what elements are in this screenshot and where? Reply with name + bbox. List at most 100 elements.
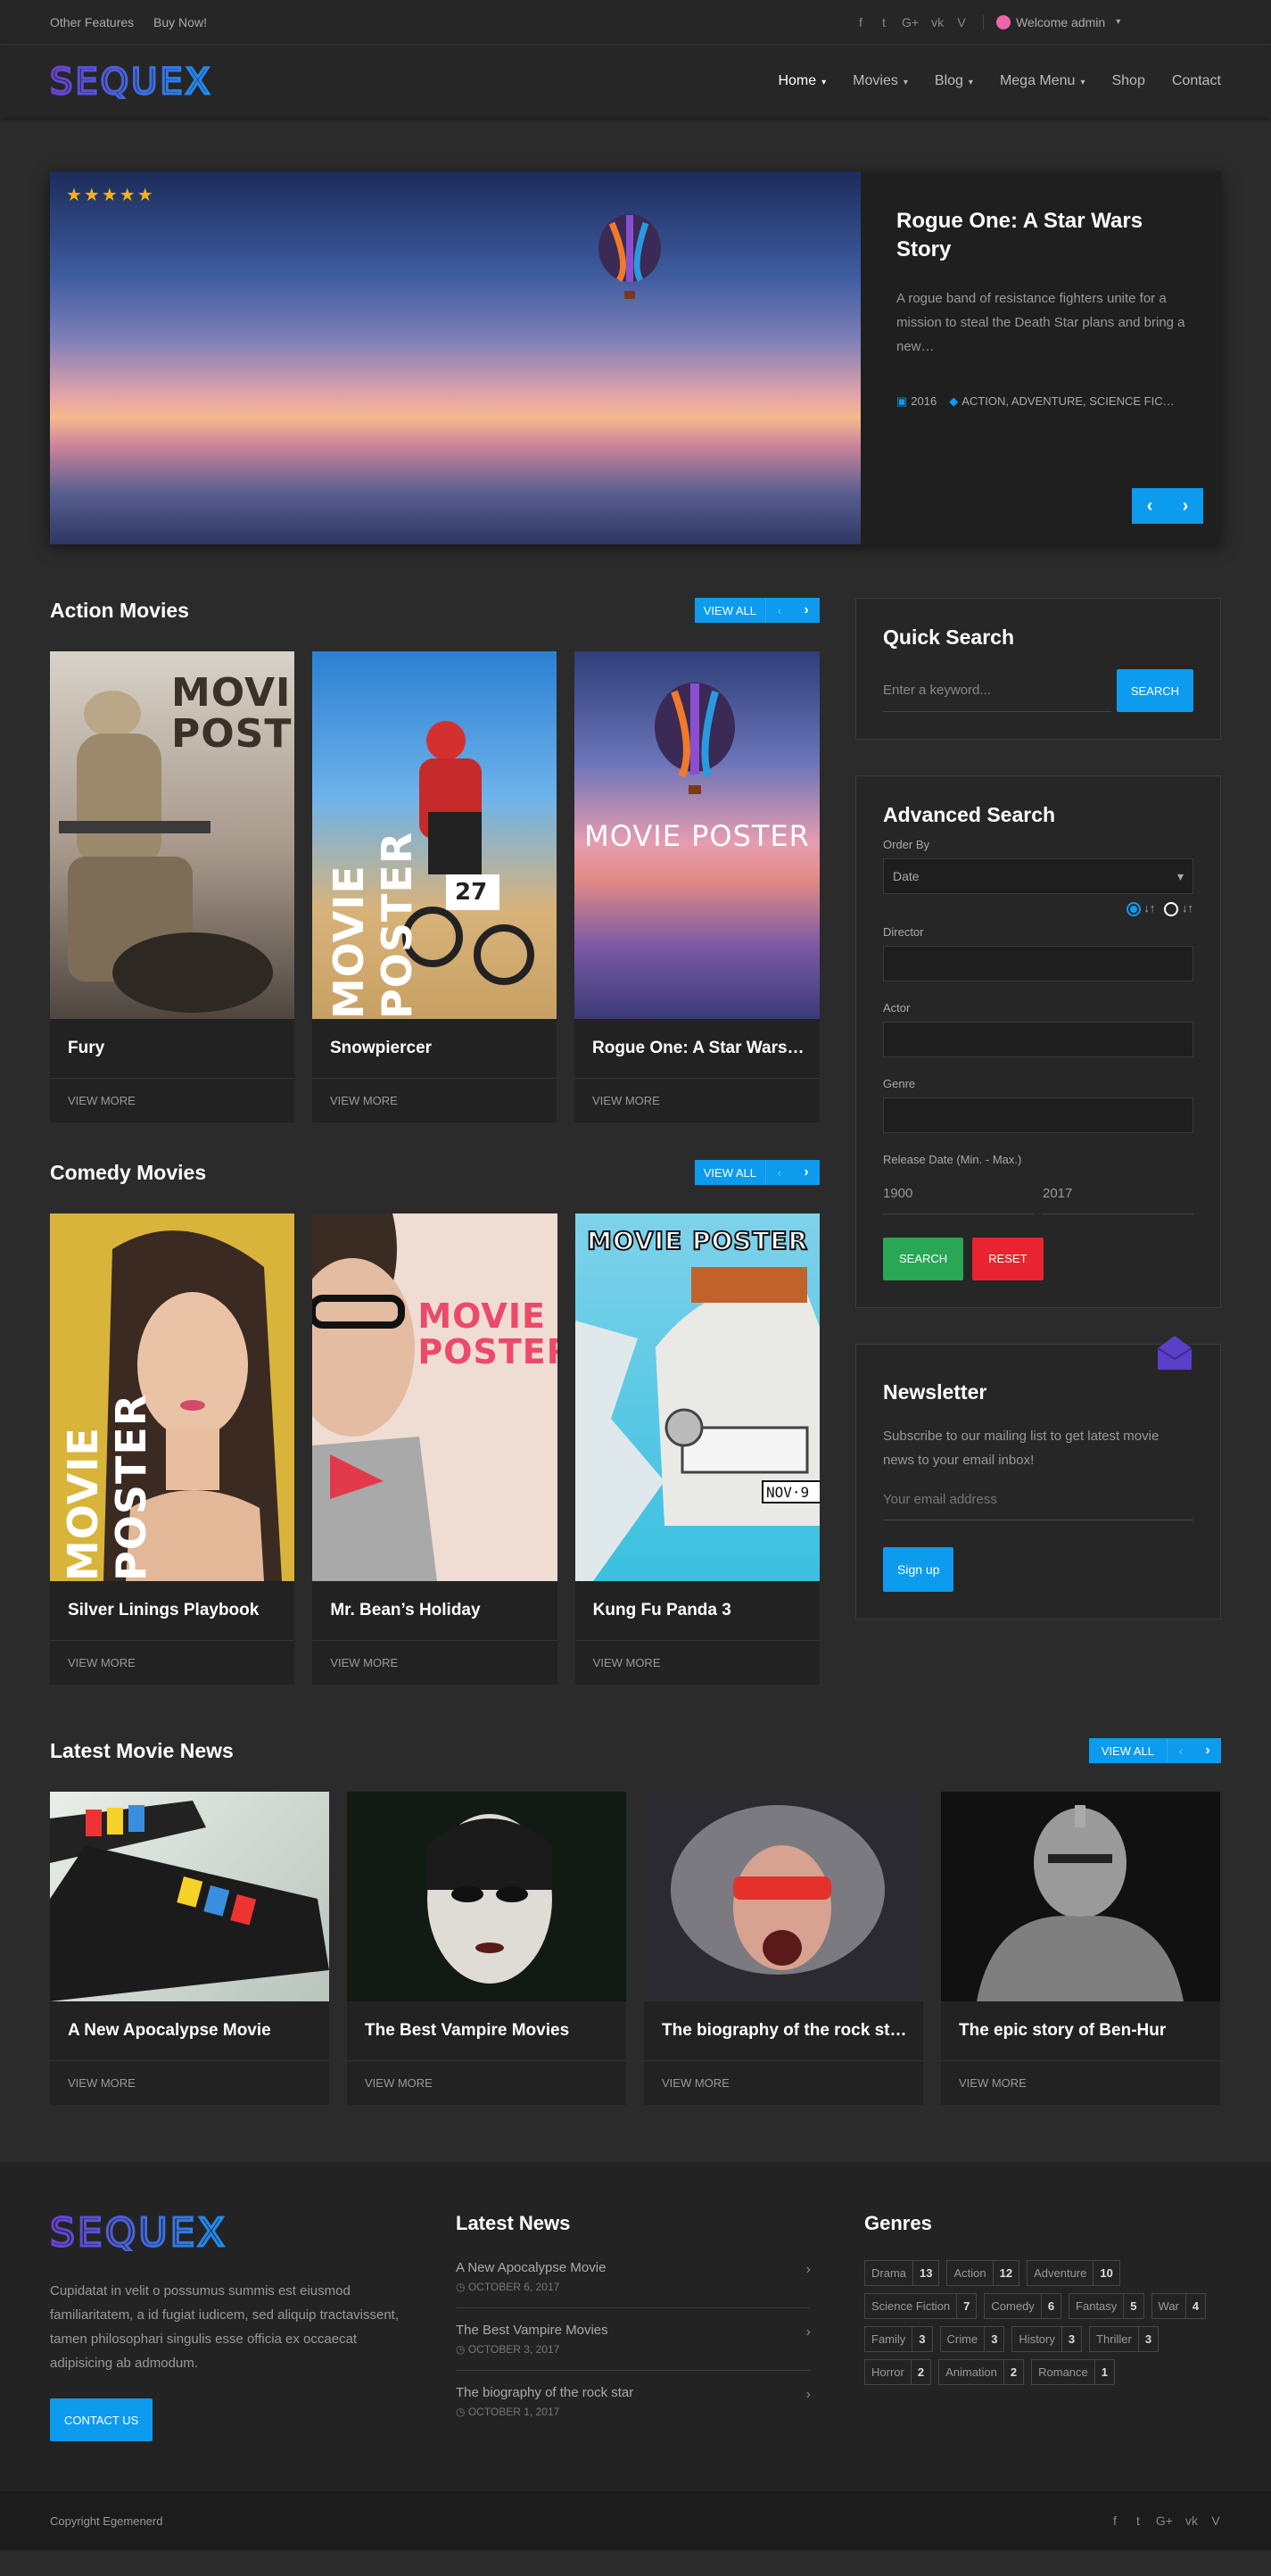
date-min-input[interactable]: 1900 bbox=[883, 1173, 1034, 1214]
vimeo-icon[interactable]: V bbox=[1210, 2514, 1221, 2528]
site-logo[interactable]: SEQUEX bbox=[50, 63, 246, 99]
nav-item-mega-menu[interactable]: Mega Menu ▾ bbox=[1000, 73, 1085, 89]
movie-title[interactable]: Rogue One: A Star Wars… bbox=[574, 1019, 820, 1078]
nav-item-contact[interactable]: Contact bbox=[1172, 73, 1221, 89]
movie-poster[interactable]: NOV·9 MOVIE POSTER bbox=[574, 1213, 820, 1581]
google-plus-icon[interactable]: G+ bbox=[902, 15, 919, 29]
news-image[interactable] bbox=[941, 1792, 1220, 2001]
genre-tag[interactable]: Science Fiction 7 bbox=[864, 2293, 978, 2319]
hero-title[interactable]: Rogue One: A Star Wars Story bbox=[896, 207, 1185, 265]
view-more-link[interactable]: VIEW MORE bbox=[312, 1640, 557, 1685]
advanced-search-button[interactable]: SEARCH bbox=[883, 1237, 964, 1280]
news-image[interactable] bbox=[50, 1792, 329, 2001]
movie-poster[interactable]: MOVIE POSTER bbox=[50, 1213, 295, 1581]
slider-next-button[interactable]: › bbox=[1168, 488, 1203, 524]
sort-asc-radio[interactable]: ↓↑ bbox=[1126, 901, 1155, 916]
vk-icon[interactable]: vk bbox=[931, 15, 944, 29]
news-title[interactable]: The epic story of Ben-Hur bbox=[941, 2001, 1220, 2060]
movie-title[interactable]: Kung Fu Panda 3 bbox=[575, 1581, 820, 1640]
footer-news-item[interactable]: The biography of the rock star ◷ OCTOBER… bbox=[456, 2385, 811, 2432]
hero-image[interactable]: ★★★★★ bbox=[50, 171, 861, 544]
movie-title[interactable]: Mr. Bean’s Holiday bbox=[312, 1581, 557, 1640]
view-more-link[interactable]: VIEW MORE bbox=[312, 1078, 557, 1122]
footer-news-item[interactable]: A New Apocalypse Movie ◷ OCTOBER 6, 2017… bbox=[456, 2260, 811, 2308]
chevron-left-icon[interactable]: ‹ bbox=[1168, 1744, 1194, 1758]
sort-desc-radio[interactable]: ↓↑ bbox=[1164, 901, 1193, 916]
user-menu[interactable]: Welcome admin ▾ bbox=[983, 14, 1120, 29]
genre-tag[interactable]: Family 3 bbox=[864, 2326, 933, 2352]
hero-genres[interactable]: ◆ ACTION, ADVENTURE, SCIENCE FIC… bbox=[949, 394, 1174, 409]
chevron-left-icon[interactable]: ‹ bbox=[766, 1165, 793, 1180]
link-buy-now[interactable]: Buy Now! bbox=[153, 15, 207, 29]
genre-tag[interactable]: Adventure 10 bbox=[1027, 2260, 1120, 2286]
chevron-right-icon[interactable]: › bbox=[793, 602, 820, 618]
chevron-left-icon[interactable]: ‹ bbox=[766, 603, 793, 617]
movie-title[interactable]: Fury bbox=[50, 1019, 294, 1078]
nav-item-shop[interactable]: Shop bbox=[1111, 73, 1144, 89]
movie-title[interactable]: Snowpiercer bbox=[312, 1019, 557, 1078]
twitter-icon[interactable]: t bbox=[879, 15, 889, 29]
director-input[interactable] bbox=[883, 945, 1193, 982]
genre-tag[interactable]: Romance 1 bbox=[1031, 2359, 1115, 2385]
movie-poster[interactable]: MOVIE POSTER bbox=[312, 1213, 557, 1581]
news-item-title[interactable]: A New Apocalypse Movie bbox=[456, 2260, 811, 2275]
google-plus-icon[interactable]: G+ bbox=[1156, 2514, 1173, 2528]
genre-tag[interactable]: Fantasy 5 bbox=[1069, 2293, 1144, 2319]
link-other-features[interactable]: Other Features bbox=[50, 15, 134, 29]
news-title[interactable]: The biography of the rock st… bbox=[644, 2001, 923, 2060]
news-image[interactable] bbox=[347, 1792, 626, 2001]
twitter-icon[interactable]: t bbox=[1133, 2514, 1143, 2528]
contact-us-button[interactable]: CONTACT US bbox=[50, 2398, 153, 2441]
signup-button[interactable]: Sign up bbox=[883, 1546, 954, 1592]
genre-tag[interactable]: Drama 13 bbox=[864, 2260, 940, 2286]
vk-icon[interactable]: vk bbox=[1185, 2514, 1198, 2528]
facebook-icon[interactable]: f bbox=[855, 15, 866, 29]
movie-poster[interactable]: MOVIE POSTER bbox=[50, 651, 294, 1019]
genre-input[interactable] bbox=[883, 1097, 1193, 1133]
movie-title[interactable]: Silver Linings Playbook bbox=[50, 1581, 294, 1640]
keyword-input[interactable]: Enter a keyword... bbox=[883, 669, 1111, 712]
nav-item-movies[interactable]: Movies ▾ bbox=[853, 73, 908, 89]
vimeo-icon[interactable]: V bbox=[956, 15, 967, 29]
news-item-title[interactable]: The biography of the rock star bbox=[456, 2385, 811, 2400]
view-more-link[interactable]: VIEW MORE bbox=[347, 2060, 626, 2105]
view-more-link[interactable]: VIEW MORE bbox=[50, 1640, 295, 1685]
view-more-link[interactable]: VIEW MORE bbox=[941, 2060, 1220, 2105]
date-max-input[interactable]: 2017 bbox=[1043, 1173, 1193, 1214]
slider-prev-button[interactable]: ‹ bbox=[1132, 488, 1168, 524]
view-more-link[interactable]: VIEW MORE bbox=[50, 1078, 294, 1122]
reset-button[interactable]: RESET bbox=[972, 1237, 1044, 1280]
genre-tag[interactable]: Crime 3 bbox=[939, 2326, 1005, 2352]
view-more-link[interactable]: VIEW MORE bbox=[644, 2060, 923, 2105]
genre-tag[interactable]: War 4 bbox=[1151, 2293, 1207, 2319]
view-more-link[interactable]: VIEW MORE bbox=[50, 2060, 329, 2105]
view-more-link[interactable]: VIEW MORE bbox=[574, 1640, 820, 1685]
quick-search-button[interactable]: SEARCH bbox=[1116, 669, 1193, 712]
nav-item-blog[interactable]: Blog ▾ bbox=[935, 73, 973, 89]
actor-input[interactable] bbox=[883, 1021, 1193, 1057]
chevron-right-icon[interactable]: › bbox=[793, 1164, 820, 1180]
movie-poster[interactable]: 27 MOVIE POSTER bbox=[312, 651, 557, 1019]
genre-tag[interactable]: Comedy 6 bbox=[984, 2293, 1062, 2319]
view-all-button[interactable]: VIEW ALL bbox=[1089, 1738, 1168, 1763]
footer-logo[interactable]: SEQUEX bbox=[49, 2209, 273, 2257]
news-title[interactable]: A New Apocalypse Movie bbox=[50, 2001, 329, 2060]
nav-item-home[interactable]: Home ▾ bbox=[778, 73, 826, 89]
genre-tag[interactable]: Horror 2 bbox=[864, 2359, 932, 2385]
order-by-select[interactable]: Date ▾ bbox=[883, 858, 1193, 894]
genre-tag[interactable]: Animation 2 bbox=[938, 2359, 1025, 2385]
view-all-button[interactable]: VIEW ALL bbox=[695, 1160, 766, 1185]
genre-tag[interactable]: History 3 bbox=[1011, 2326, 1083, 2352]
news-item-title[interactable]: The Best Vampire Movies bbox=[456, 2323, 811, 2338]
genre-tag[interactable]: Thriller 3 bbox=[1089, 2326, 1160, 2352]
genre-tag[interactable]: Action 12 bbox=[946, 2260, 1020, 2286]
facebook-icon[interactable]: f bbox=[1110, 2514, 1120, 2528]
news-title[interactable]: The Best Vampire Movies bbox=[347, 2001, 626, 2060]
view-more-link[interactable]: VIEW MORE bbox=[574, 1078, 820, 1122]
movie-poster[interactable]: MOVIE POSTER bbox=[574, 651, 820, 1019]
chevron-right-icon[interactable]: › bbox=[1194, 1743, 1221, 1759]
email-input[interactable]: Your email address bbox=[883, 1479, 1193, 1520]
news-image[interactable] bbox=[644, 1792, 923, 2001]
footer-news-item[interactable]: The Best Vampire Movies ◷ OCTOBER 3, 201… bbox=[456, 2323, 811, 2371]
view-all-button[interactable]: VIEW ALL bbox=[695, 598, 766, 623]
